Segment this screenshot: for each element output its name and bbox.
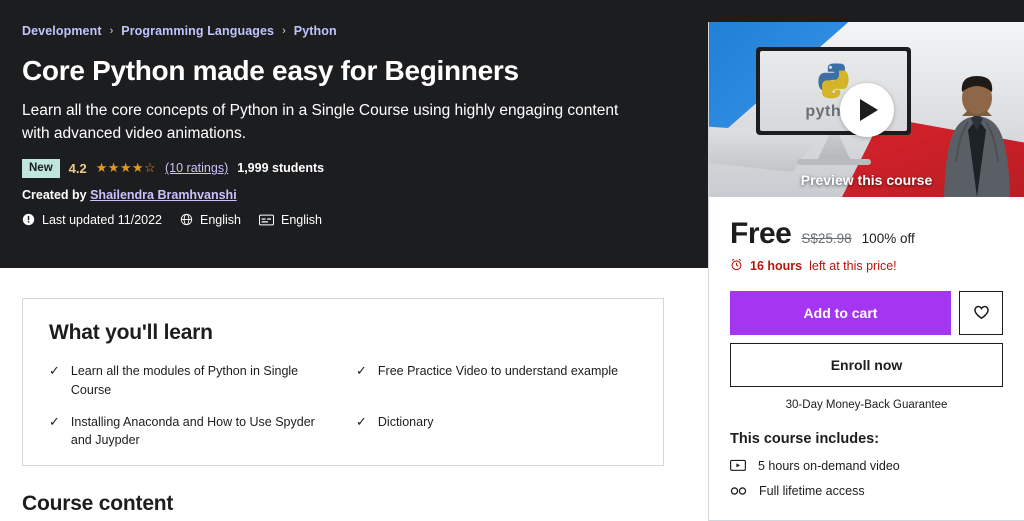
star-rating-icon: ★★★★☆ — [95, 160, 157, 176]
deadline-rest: left at this price! — [809, 259, 897, 273]
what-you-will-learn-box: What you'll learn ✓ Learn all the module… — [22, 298, 664, 466]
breadcrumb-item-python[interactable]: Python — [294, 24, 337, 38]
discount-percent: 100% off — [861, 231, 915, 246]
meta-last-updated: Last updated 11/2022 — [22, 213, 162, 227]
monitor-stand — [817, 135, 851, 161]
course-content-heading: Course content — [22, 492, 174, 515]
infinity-icon — [730, 485, 747, 497]
add-to-cart-button[interactable]: Add to cart — [730, 291, 951, 335]
learn-item-text: Learn all the modules of Python in Singl… — [70, 364, 299, 397]
includes-item-text: Full lifetime access — [759, 484, 865, 498]
rating-value: 4.2 — [68, 160, 87, 176]
includes-item-lifetime: Full lifetime access — [730, 484, 1003, 498]
play-icon[interactable] — [839, 82, 894, 137]
enroll-now-button[interactable]: Enroll now — [730, 343, 1003, 387]
closed-caption-icon — [259, 214, 275, 226]
globe-icon — [180, 213, 193, 226]
money-back-guarantee: 30-Day Money-Back Guarantee — [785, 399, 948, 411]
ratings-count-link[interactable]: (10 ratings) — [165, 161, 228, 175]
breadcrumb-separator-icon: › — [109, 25, 114, 37]
includes-item-video: 5 hours on-demand video — [730, 459, 1003, 473]
meta-language-text: English — [200, 212, 242, 227]
hero-top-strip — [708, 0, 1024, 22]
alarm-clock-icon — [730, 258, 743, 274]
hero-panel: Development › Programming Languages › Py… — [0, 0, 708, 268]
meta-captions-text: English — [281, 212, 323, 227]
what-you-will-learn-title: What you'll learn — [49, 321, 213, 344]
learn-item-text: Dictionary — [377, 414, 434, 429]
new-badge: New — [22, 158, 60, 178]
includes-item-text: 5 hours on-demand video — [758, 459, 900, 473]
check-icon: ✓ — [356, 363, 367, 378]
breadcrumb-separator-icon: › — [282, 25, 286, 37]
meta-captions: English — [259, 213, 322, 227]
course-landing-page: Development › Programming Languages › Py… — [0, 0, 1024, 521]
heart-icon — [972, 302, 991, 324]
monitor-base — [797, 159, 871, 165]
current-price: Free — [730, 217, 792, 250]
check-icon: ✓ — [356, 413, 367, 429]
course-title: Core Python made easy for Beginners — [22, 55, 519, 86]
created-by-label: Created by — [22, 187, 87, 202]
learn-item: ✓ Dictionary — [356, 413, 637, 451]
instructor-link[interactable]: Shailendra Bramhvanshi — [90, 188, 237, 202]
breadcrumb: Development › Programming Languages › Py… — [22, 24, 686, 38]
breadcrumb-item-programming-languages[interactable]: Programming Languages — [121, 24, 274, 38]
course-includes-list: 5 hours on-demand video Full lifetime ac… — [730, 459, 1003, 498]
original-price: S$25.98 — [801, 231, 852, 246]
video-icon — [730, 459, 746, 473]
price-row: Free S$25.98 100% off — [730, 217, 1003, 251]
meta-last-updated-text: Last updated 11/2022 — [42, 212, 163, 227]
created-by-row: Created by Shailendra Bramhvanshi — [22, 188, 686, 202]
check-icon: ✓ — [49, 363, 60, 378]
what-you-will-learn-grid: ✓ Learn all the modules of Python in Sin… — [49, 362, 637, 450]
preview-course-thumbnail[interactable]: python Preview this course — [709, 22, 1024, 197]
deadline-highlight: 16 hours — [750, 259, 803, 273]
check-icon: ✓ — [49, 413, 60, 429]
breadcrumb-item-development[interactable]: Development — [22, 24, 102, 38]
rating-row: New 4.2 ★★★★☆ (10 ratings) 1,999 student… — [22, 158, 686, 178]
preview-label: Preview this course — [800, 172, 933, 188]
wishlist-button[interactable] — [959, 291, 1003, 335]
course-subtitle: Learn all the core concepts of Python in… — [22, 102, 619, 142]
learn-item-text: Free Practice Video to understand exampl… — [377, 364, 619, 378]
exclamation-circle-icon — [22, 213, 35, 226]
course-meta-row: Last updated 11/2022 English English — [22, 213, 686, 227]
learn-item: ✓ Learn all the modules of Python in Sin… — [49, 362, 330, 400]
learn-item: ✓ Free Practice Video to understand exam… — [356, 362, 637, 400]
meta-language: English — [180, 213, 241, 227]
learn-item-text: Installing Anaconda and How to Use Spyde… — [70, 414, 315, 448]
primary-action-row: Add to cart — [730, 291, 1003, 335]
price-deadline: 16 hours left at this price! — [730, 258, 1003, 274]
purchase-sidebar: python Preview this course Free S$25.98 … — [708, 22, 1024, 521]
learn-item: ✓ Installing Anaconda and How to Use Spy… — [49, 413, 330, 451]
student-count: 1,999 students — [237, 161, 325, 176]
course-includes-title: This course includes: — [730, 431, 880, 447]
